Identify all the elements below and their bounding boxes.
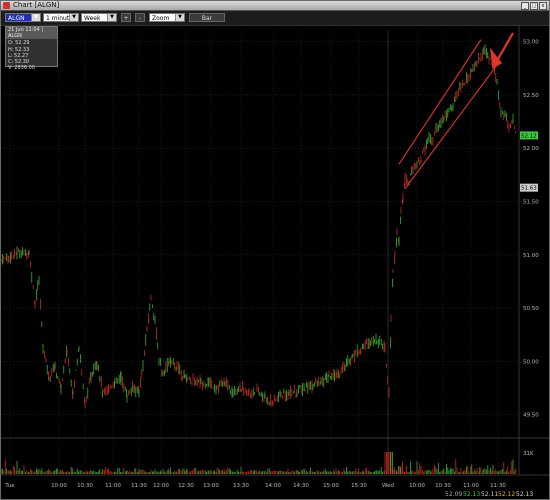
- range-select[interactable]: Week ▼: [81, 13, 117, 22]
- x-tick-label: 11:30: [490, 483, 506, 489]
- x-tick-label: 10:30: [77, 483, 93, 489]
- x-tick-label: 13:30: [233, 483, 249, 489]
- chart-background: [1, 26, 549, 490]
- x-tick-label: Tue: [4, 483, 15, 489]
- price-marker-label: 51.63: [521, 186, 537, 192]
- zoom-out-button[interactable]: -: [135, 13, 145, 22]
- chart-toolbar: ALGN ▼ 1 minute ▼ Week ▼ + - Zoom ▼ Bar: [1, 11, 549, 26]
- y-tick-label: 50.00: [523, 359, 539, 365]
- symbol-select[interactable]: ALGN ▼: [5, 13, 41, 22]
- x-tick-label: 15:00: [323, 483, 339, 489]
- status-last: 52.13: [516, 491, 534, 498]
- ohlc-info-box: 21 Jun 11:04 | ALGN O: 52.29 H: 52.33 L:…: [5, 26, 58, 71]
- y-tick-label: 52.50: [523, 93, 539, 99]
- x-tick-label: 10:00: [51, 483, 67, 489]
- zoom-value: Zoom: [152, 15, 170, 22]
- chart-window: Chart [ALGN] _ □ x ALGN ▼ 1 minute ▼ Wee…: [0, 0, 550, 500]
- x-tick-label: 11:30: [131, 483, 147, 489]
- x-tick-label: 14:00: [265, 483, 281, 489]
- symbol-value: ALGN: [8, 15, 25, 22]
- info-volume: V: 2836.00: [8, 65, 35, 72]
- info-header: 21 Jun 11:04 | ALGN: [6, 27, 57, 40]
- x-tick-label: 13:00: [203, 483, 219, 489]
- chevron-down-icon[interactable]: ▼: [175, 14, 184, 21]
- minimize-icon[interactable]: _: [521, 2, 529, 10]
- chevron-down-icon[interactable]: ▼: [107, 14, 116, 21]
- window-title: Chart [ALGN]: [13, 1, 60, 9]
- zoom-in-button[interactable]: +: [121, 13, 131, 22]
- x-tick-label: 14:30: [293, 483, 309, 489]
- y-tick-label: 51.00: [523, 253, 539, 259]
- title-bar[interactable]: Chart [ALGN] _ □ x: [1, 1, 549, 11]
- chevron-down-icon[interactable]: ▼: [31, 14, 40, 21]
- volume-axis-label: 31K: [523, 451, 534, 457]
- maximize-icon[interactable]: □: [530, 2, 538, 10]
- y-tick-label: 52.00: [523, 146, 539, 152]
- x-tick-label: 12:00: [153, 483, 169, 489]
- x-tick-label: Wed: [382, 483, 394, 489]
- chart-type-button[interactable]: Bar: [189, 13, 225, 22]
- x-tick-label: 12:30: [178, 483, 194, 489]
- status-price: 52.12: [498, 491, 516, 498]
- y-tick-label: 51.50: [523, 200, 539, 206]
- interval-select[interactable]: 1 minute ▼: [43, 13, 79, 22]
- range-value: Week: [84, 15, 101, 22]
- zoom-select[interactable]: Zoom ▼: [149, 13, 185, 22]
- x-tick-label: 11:00: [105, 483, 121, 489]
- status-flat: 52.11: [481, 491, 499, 498]
- chevron-down-icon[interactable]: ▼: [69, 14, 78, 21]
- status-low: 52.09: [445, 491, 463, 498]
- close-icon[interactable]: x: [539, 2, 547, 10]
- x-tick-label: 10:30: [435, 483, 451, 489]
- x-tick-label: 10:00: [409, 483, 425, 489]
- status-up: 52.13: [463, 491, 481, 498]
- y-tick-label: 53.00: [523, 40, 539, 46]
- y-tick-label: 50.50: [523, 306, 539, 312]
- y-tick-label: 49.50: [523, 413, 539, 419]
- x-tick-label: 15:30: [351, 483, 367, 489]
- x-tick-label: 11:00: [463, 483, 479, 489]
- price-marker-label: 52.12: [521, 133, 537, 139]
- app-icon: [3, 2, 10, 9]
- status-bar: 52.09 52.13 52.11 52.12 52.13: [1, 490, 549, 499]
- price-chart[interactable]: 53.00 52.50 52.00 51.50 51.00 50.50 50.00 49.50…: [1, 26, 549, 490]
